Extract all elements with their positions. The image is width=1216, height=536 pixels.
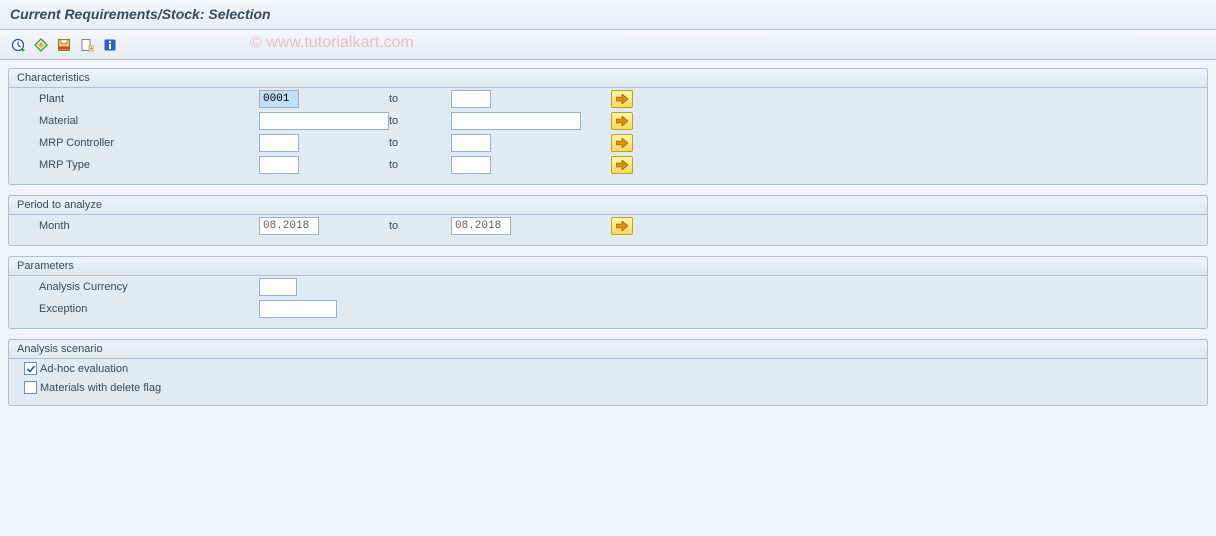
to-label-mrp-type: to	[389, 159, 451, 171]
multi-select-mrp-type-button[interactable]	[611, 156, 633, 174]
info-button[interactable]	[100, 35, 120, 55]
input-month-to[interactable]	[451, 217, 511, 235]
row-mrp-controller: MRP Controller to	[9, 132, 1207, 154]
input-mrp-type-from[interactable]	[259, 156, 299, 174]
label-mrp-controller: MRP Controller	[39, 137, 259, 149]
select-variant-button[interactable]	[31, 35, 51, 55]
arrow-right-icon	[616, 116, 628, 126]
row-exception: Exception	[9, 298, 1207, 320]
save-icon	[57, 38, 71, 52]
input-mrp-type-to[interactable]	[451, 156, 491, 174]
info-icon	[103, 38, 117, 52]
input-exception[interactable]	[259, 300, 337, 318]
to-label-month: to	[389, 220, 451, 232]
label-exception: Exception	[39, 303, 259, 315]
label-mrp-type: MRP Type	[39, 159, 259, 171]
group-header-period: Period to analyze	[9, 196, 1207, 215]
watermark: © www.tutorialkart.com	[250, 34, 414, 52]
diamond-icon	[34, 38, 48, 52]
group-header-scenario: Analysis scenario	[9, 340, 1207, 359]
input-month-from[interactable]	[259, 217, 319, 235]
group-characteristics: Characteristics Plant to Material to MRP…	[8, 68, 1208, 185]
group-header-parameters: Parameters	[9, 257, 1207, 276]
group-header-characteristics: Characteristics	[9, 69, 1207, 88]
multi-select-mrp-controller-button[interactable]	[611, 134, 633, 152]
clock-execute-icon	[11, 38, 25, 52]
arrow-right-icon	[616, 94, 628, 104]
arrow-right-icon	[616, 221, 628, 231]
multi-select-material-button[interactable]	[611, 112, 633, 130]
to-label-mrp-controller: to	[389, 137, 451, 149]
row-material: Material to	[9, 110, 1207, 132]
label-material: Material	[39, 115, 259, 127]
create-button[interactable]	[77, 35, 97, 55]
to-label-material: to	[389, 115, 451, 127]
multi-select-month-button[interactable]	[611, 217, 633, 235]
check-icon	[26, 364, 36, 374]
label-delflag: Materials with delete flag	[40, 382, 161, 394]
input-analysis-currency[interactable]	[259, 278, 297, 296]
group-parameters: Parameters Analysis Currency Exception	[8, 256, 1208, 329]
label-plant: Plant	[39, 93, 259, 105]
checkbox-adhoc[interactable]	[24, 362, 37, 375]
checkbox-delflag[interactable]	[24, 381, 37, 394]
input-plant-from[interactable]	[259, 90, 299, 108]
label-currency: Analysis Currency	[39, 281, 259, 293]
document-new-icon	[80, 38, 94, 52]
label-adhoc: Ad-hoc evaluation	[40, 363, 128, 375]
input-mrp-controller-to[interactable]	[451, 134, 491, 152]
arrow-right-icon	[616, 138, 628, 148]
row-adhoc: Ad-hoc evaluation	[9, 359, 1207, 378]
arrow-right-icon	[616, 160, 628, 170]
row-delflag: Materials with delete flag	[9, 378, 1207, 397]
row-currency: Analysis Currency	[9, 276, 1207, 298]
input-material-from[interactable]	[259, 112, 389, 130]
execute-button[interactable]	[8, 35, 28, 55]
label-month: Month	[39, 220, 259, 232]
to-label-plant: to	[389, 93, 451, 105]
row-plant: Plant to	[9, 88, 1207, 110]
group-period: Period to analyze Month to	[8, 195, 1208, 246]
row-month: Month to	[9, 215, 1207, 237]
page-title: Current Requirements/Stock: Selection	[10, 6, 1206, 22]
input-material-to[interactable]	[451, 112, 581, 130]
multi-select-plant-button[interactable]	[611, 90, 633, 108]
group-scenario: Analysis scenario Ad-hoc evaluation Mate…	[8, 339, 1208, 406]
input-mrp-controller-from[interactable]	[259, 134, 299, 152]
toolbar: © www.tutorialkart.com	[0, 30, 1216, 60]
row-mrp-type: MRP Type to	[9, 154, 1207, 176]
save-variant-button[interactable]	[54, 35, 74, 55]
input-plant-to[interactable]	[451, 90, 491, 108]
